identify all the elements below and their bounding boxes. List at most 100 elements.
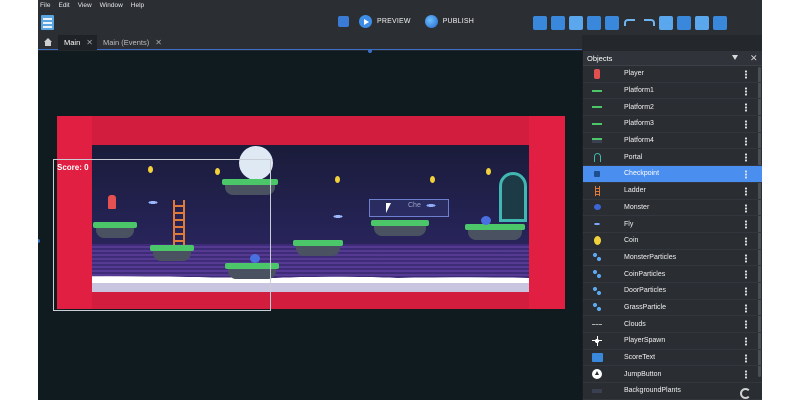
more-options-icon[interactable] [745, 70, 747, 79]
editor-tab-bar: Main ✕ Main (Events) ✕ [38, 34, 582, 50]
more-options-icon[interactable] [745, 153, 747, 163]
object-label: ScoreText [624, 354, 656, 362]
object-item-portal[interactable]: Portal [583, 149, 762, 167]
fly-instance[interactable] [330, 214, 346, 219]
monster-instance[interactable] [481, 216, 491, 225]
tab-main[interactable]: Main ✕ [58, 34, 97, 50]
gdevelop-logo-icon [740, 388, 751, 399]
window-mask-icon[interactable] [659, 16, 673, 30]
coin-instance[interactable] [430, 176, 435, 183]
more-options-icon[interactable] [745, 220, 747, 230]
object-label: Coin [624, 237, 639, 245]
more-options-icon[interactable] [745, 203, 747, 213]
object-label: GrassParticle [624, 303, 667, 311]
menu-window[interactable]: Window [100, 2, 123, 9]
coin-instance[interactable] [335, 176, 340, 183]
coin-icon [590, 235, 604, 247]
more-options-icon[interactable] [745, 120, 747, 130]
monster-icon [590, 201, 604, 213]
object-groups-icon[interactable] [551, 16, 565, 30]
platform-instance[interactable] [293, 240, 343, 256]
resize-handle[interactable] [38, 239, 40, 243]
scene-tools-group [533, 16, 731, 30]
objects-panel-icon[interactable] [533, 16, 547, 30]
undo-icon[interactable] [623, 16, 637, 30]
object-item-clouds[interactable]: Clouds [583, 316, 762, 333]
object-item-monster[interactable]: Monster [583, 200, 762, 217]
object-item-grassparticle[interactable]: GrassParticle [583, 300, 762, 317]
menu-edit[interactable]: Edit [58, 2, 69, 9]
object-item-doorparticles[interactable]: DoorParticles [583, 283, 762, 300]
object-label: CoinParticles [624, 270, 666, 278]
preview-play-icon[interactable] [359, 15, 372, 28]
object-item-platform4[interactable]: Platform4 [583, 133, 762, 150]
more-options-icon[interactable] [745, 370, 747, 380]
portal-instance[interactable] [499, 172, 527, 222]
object-item-scoretext[interactable]: ScoreText [583, 350, 762, 367]
resize-handle[interactable] [368, 49, 372, 53]
object-item-platform3[interactable]: Platform3 [583, 116, 762, 133]
preview-publish-group: PREVIEW PUBLISH [338, 15, 488, 28]
more-options-icon[interactable] [745, 320, 747, 330]
object-item-checkpoint[interactable]: Checkpoint [583, 166, 762, 183]
properties-icon[interactable] [569, 16, 583, 30]
objects-list: Player Platform1 Platform2 Platform3 Pla… [583, 66, 762, 400]
score-text-instance[interactable]: Score: 0 [57, 163, 89, 172]
more-options-icon[interactable] [745, 136, 747, 146]
project-manager-icon[interactable] [41, 15, 54, 30]
more-options-icon[interactable] [745, 286, 747, 296]
menu-file[interactable]: File [40, 2, 50, 9]
more-options-icon[interactable] [745, 236, 747, 246]
tab-main-events[interactable]: Main (Events) ✕ [97, 35, 166, 50]
close-icon[interactable]: ✕ [750, 53, 758, 64]
mouse-cursor-icon [386, 203, 391, 213]
platform-instance[interactable] [371, 220, 429, 236]
home-icon[interactable] [38, 35, 58, 50]
more-options-icon[interactable] [745, 303, 747, 313]
zoom-icon[interactable] [695, 16, 709, 30]
object-label: Monster [624, 203, 650, 211]
debugger-icon[interactable] [338, 16, 349, 27]
more-options-icon[interactable] [745, 253, 747, 263]
preview-button[interactable]: PREVIEW [377, 18, 411, 25]
object-label: Platform3 [624, 120, 654, 128]
more-options-icon[interactable] [745, 353, 747, 363]
more-options-icon[interactable] [745, 186, 747, 196]
more-options-icon[interactable] [745, 337, 747, 346]
more-options-icon[interactable] [745, 170, 747, 180]
more-options-icon[interactable] [745, 103, 747, 113]
publish-button[interactable]: PUBLISH [443, 18, 474, 25]
redo-icon[interactable] [641, 16, 655, 30]
layers-icon[interactable] [605, 16, 619, 30]
coin-instance[interactable] [486, 168, 491, 175]
filter-icon[interactable] [732, 55, 738, 60]
object-item-player[interactable]: Player [583, 66, 762, 83]
menu-view[interactable]: View [78, 2, 92, 9]
object-label: Player [624, 70, 644, 78]
object-item-coin[interactable]: Coin [583, 233, 762, 250]
scene-settings-icon[interactable] [713, 16, 727, 30]
object-item-coinparticles[interactable]: CoinParticles [583, 266, 762, 283]
grid-icon[interactable] [677, 16, 691, 30]
object-item-platform1[interactable]: Platform1 [583, 83, 762, 100]
more-options-icon[interactable] [745, 270, 747, 280]
object-item-ladder[interactable]: Ladder [583, 183, 762, 200]
platform-instance[interactable] [465, 224, 525, 240]
close-icon[interactable]: ✕ [155, 38, 162, 47]
scene-editor-canvas[interactable]: Score: 0 Che [38, 49, 582, 400]
object-item-playerspawn[interactable]: PlayerSpawn [583, 333, 762, 350]
menu-help[interactable]: Help [131, 2, 144, 9]
selection-rectangle [53, 159, 271, 311]
instances-list-icon[interactable] [587, 16, 601, 30]
close-icon[interactable]: ✕ [86, 38, 93, 47]
checkpoint-drag-label: Che [408, 202, 421, 209]
more-options-icon[interactable] [745, 86, 747, 96]
object-item-platform2[interactable]: Platform2 [583, 99, 762, 117]
object-item-backgroundplants[interactable]: BackgroundPlants [583, 383, 762, 400]
object-item-jumpbutton[interactable]: JumpButton [583, 366, 762, 384]
publish-globe-icon[interactable] [424, 15, 438, 28]
object-item-monsterparticles[interactable]: MonsterParticles [583, 250, 762, 267]
object-item-fly[interactable]: Fly [583, 216, 762, 233]
object-label: Platform2 [624, 103, 654, 111]
text-icon [590, 352, 604, 364]
